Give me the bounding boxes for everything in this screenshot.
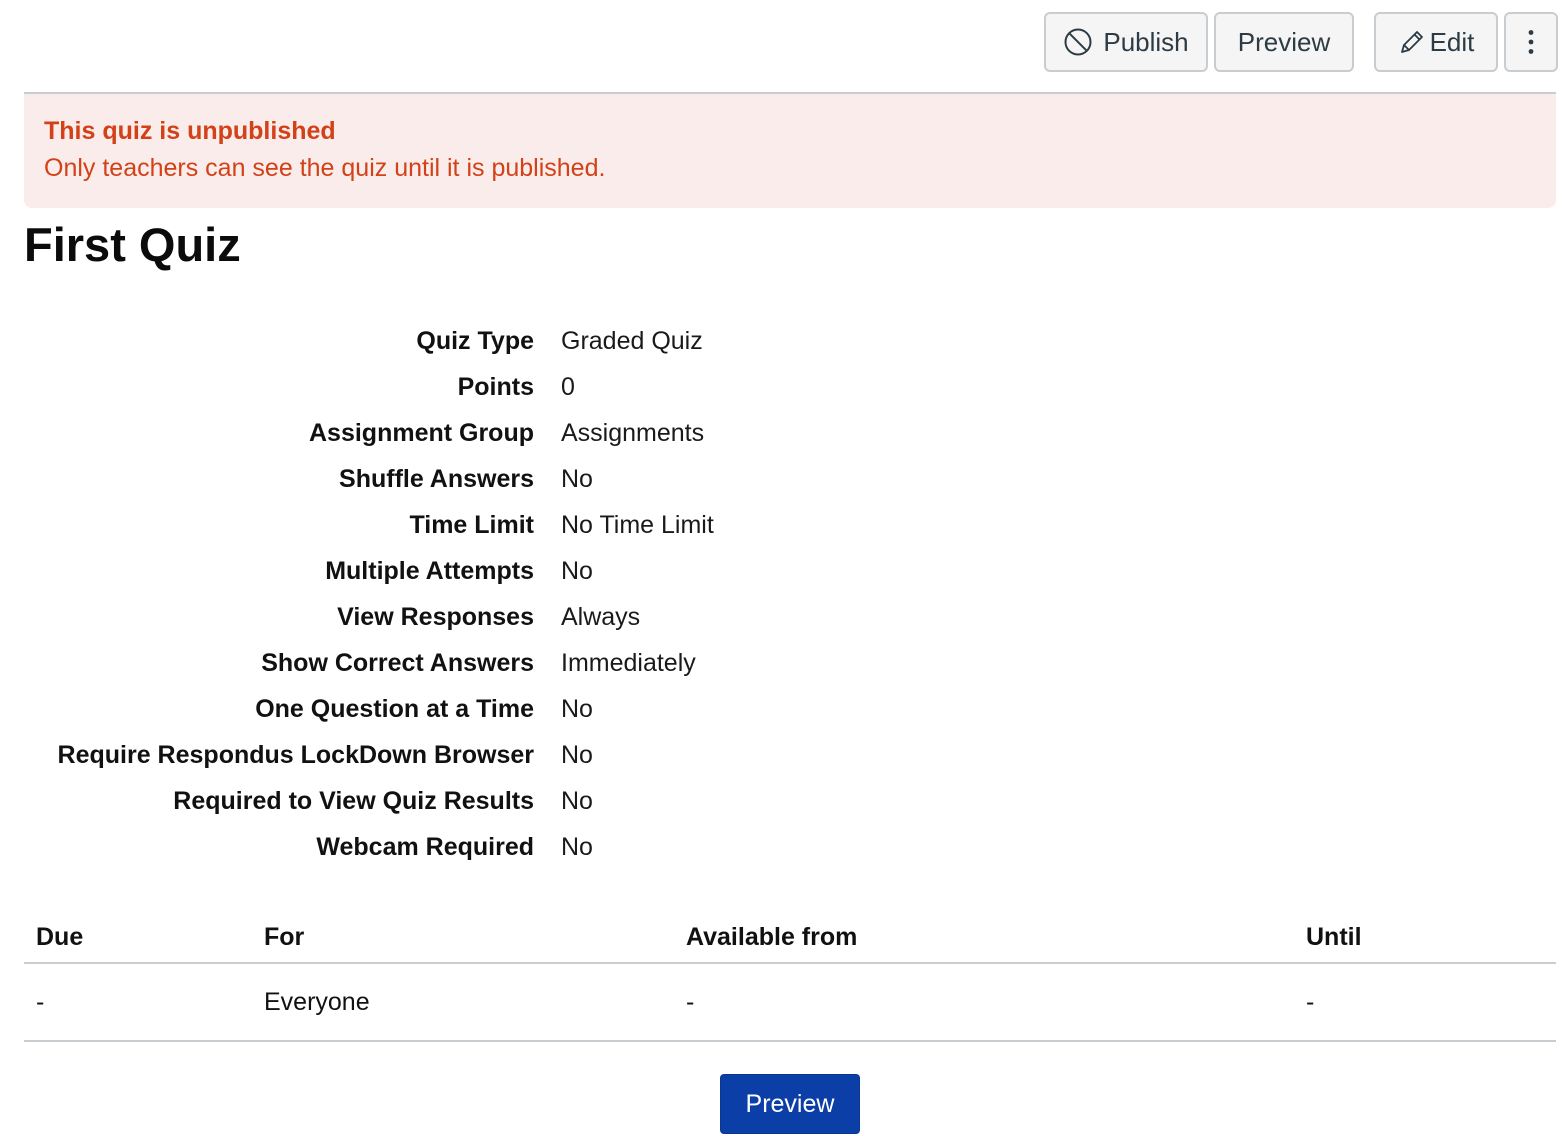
column-header-for: For <box>264 922 305 951</box>
detail-value: No <box>561 464 593 493</box>
detail-label: Require Respondus LockDown Browser <box>57 740 534 769</box>
edit-button-label: Edit <box>1429 26 1475 57</box>
detail-label: One Question at a Time <box>255 694 534 723</box>
detail-value: No <box>561 740 593 769</box>
detail-one-question-at-a-time: One Question at a Time No <box>24 686 924 732</box>
detail-required-to-view-results: Required to View Quiz Results No <box>24 778 924 824</box>
cell-for: Everyone <box>264 987 370 1016</box>
edit-button[interactable]: Edit <box>1374 12 1498 72</box>
detail-show-correct-answers: Show Correct Answers Immediately <box>24 640 924 686</box>
detail-value: Assignments <box>561 418 705 447</box>
detail-label: Assignment Group <box>308 418 534 447</box>
detail-time-limit: Time Limit No Time Limit <box>24 502 924 548</box>
preview-button-label: Preview <box>1237 26 1331 57</box>
preview-quiz-button-label: Preview <box>745 1089 835 1118</box>
detail-label: Show Correct Answers <box>261 648 534 677</box>
dates-table-header: Due For Available from Until <box>24 912 1556 964</box>
detail-label: Required to View Quiz Results <box>173 786 534 815</box>
preview-quiz-button[interactable]: Preview <box>720 1074 860 1134</box>
no-entry-circle-icon <box>1063 27 1093 57</box>
detail-label: Webcam Required <box>316 832 534 861</box>
kebab-menu-icon <box>1527 29 1535 55</box>
pencil-icon <box>1398 28 1426 56</box>
alert-message: Only teachers can see the quiz until it … <box>44 154 606 182</box>
detail-multiple-attempts: Multiple Attempts No <box>24 548 924 594</box>
detail-label: Quiz Type <box>416 326 534 355</box>
more-options-button[interactable] <box>1504 12 1558 72</box>
table-row: - Everyone - - <box>24 964 1556 1042</box>
cell-available-from: - <box>686 987 695 1016</box>
detail-shuffle-answers: Shuffle Answers No <box>24 456 924 502</box>
publish-button[interactable]: Publish <box>1044 12 1208 72</box>
detail-view-responses: View Responses Always <box>24 594 924 640</box>
detail-require-lockdown-browser: Require Respondus LockDown Browser No <box>24 732 924 778</box>
cell-due: - <box>36 987 45 1016</box>
dates-table: Due For Available from Until - Everyone … <box>24 912 1556 1042</box>
unpublished-alert: This quiz is unpublished Only teachers c… <box>24 94 1556 208</box>
publish-button-label: Publish <box>1103 26 1189 57</box>
detail-value: No <box>561 694 593 723</box>
quiz-details: Quiz Type Graded Quiz Points 0 Assignmen… <box>24 318 924 870</box>
column-header-due: Due <box>36 922 84 951</box>
detail-label: Shuffle Answers <box>339 464 534 493</box>
alert-title: This quiz is unpublished <box>44 117 336 145</box>
column-header-available-from: Available from <box>686 922 858 951</box>
preview-button[interactable]: Preview <box>1214 12 1354 72</box>
detail-assignment-group: Assignment Group Assignments <box>24 410 924 456</box>
page-title: First Quiz <box>24 218 241 271</box>
quiz-toolbar: Publish Preview Edit <box>1044 12 1558 72</box>
detail-points: Points 0 <box>24 364 924 410</box>
detail-value: No <box>561 832 593 861</box>
detail-value: Graded Quiz <box>561 326 703 355</box>
detail-value: No <box>561 786 593 815</box>
detail-label: View Responses <box>337 602 534 631</box>
detail-value: No <box>561 556 593 585</box>
detail-label: Multiple Attempts <box>325 556 534 585</box>
detail-label: Time Limit <box>409 510 534 539</box>
cell-until: - <box>1306 987 1315 1016</box>
detail-label: Points <box>457 372 534 401</box>
detail-webcam-required: Webcam Required No <box>24 824 924 870</box>
quiz-page: Publish Preview Edit This quiz is unpubl… <box>0 0 1566 1136</box>
column-header-until: Until <box>1306 922 1362 951</box>
detail-value: 0 <box>561 372 575 401</box>
detail-value: Always <box>561 602 641 631</box>
detail-value: No Time Limit <box>561 510 714 539</box>
detail-value: Immediately <box>561 648 696 677</box>
detail-quiz-type: Quiz Type Graded Quiz <box>24 318 924 364</box>
